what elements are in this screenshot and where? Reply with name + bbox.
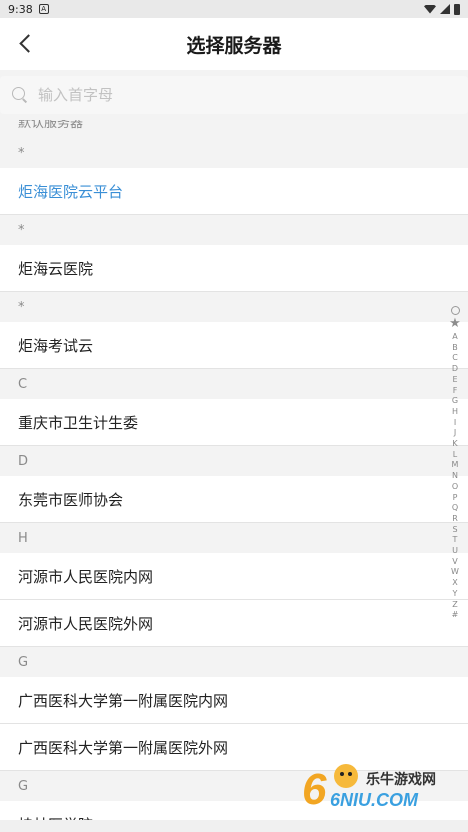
section-header: C — [0, 369, 468, 399]
section-header: H — [0, 523, 468, 553]
alphabet-index-bar[interactable]: ★ A B C D E F G H I J K L M N O P Q R S T U V W X Y Z # — [448, 306, 462, 621]
index-letter[interactable]: L — [453, 450, 457, 461]
section-header: G — [0, 647, 468, 677]
server-list-item[interactable]: 河源市人民医院外网 — [0, 600, 468, 647]
index-letter[interactable]: B — [452, 343, 458, 354]
index-letter[interactable]: U — [452, 546, 458, 557]
index-letter[interactable]: Z — [452, 600, 457, 611]
chevron-left-icon — [18, 33, 38, 53]
index-letter[interactable]: V — [452, 557, 457, 568]
index-letter[interactable]: C — [452, 353, 458, 364]
index-letter[interactable]: E — [452, 375, 457, 386]
server-list-item[interactable]: 炬海云医院 — [0, 245, 468, 292]
search-icon — [12, 87, 28, 103]
index-letter[interactable]: W — [451, 567, 459, 578]
index-letter[interactable]: Y — [453, 589, 458, 600]
index-letter[interactable]: H — [452, 407, 458, 418]
index-letter[interactable]: # — [452, 610, 459, 621]
server-list[interactable]: 默认服务器 * 炬海医院云平台 * 炬海云医院 * 炬海考试云 C 重庆市卫生计生委 D 东莞市医… — [0, 120, 468, 820]
index-letter[interactable]: D — [452, 364, 458, 375]
index-letter[interactable]: I — [454, 418, 456, 429]
bottom-strip — [0, 820, 468, 832]
section-header-default: 默认服务器 — [0, 120, 468, 138]
battery-icon — [454, 3, 460, 15]
section-header: * — [0, 215, 468, 245]
search-box[interactable] — [0, 76, 468, 114]
section-header: G — [0, 771, 468, 801]
page-title: 选择服务器 — [186, 34, 282, 57]
status-time: 9:38 — [8, 2, 33, 16]
section-header: * — [0, 292, 468, 322]
server-list-item[interactable]: 广西医科大学第一附属医院外网 — [0, 724, 468, 771]
index-letter[interactable]: F — [453, 386, 458, 397]
notification-a-icon: A — [38, 4, 49, 14]
search-input[interactable] — [36, 85, 416, 105]
index-star-icon[interactable]: ★ — [449, 317, 461, 330]
index-letter[interactable]: M — [452, 460, 459, 471]
back-button[interactable] — [10, 28, 40, 58]
index-letter[interactable]: X — [452, 578, 457, 589]
index-search-icon[interactable] — [450, 306, 460, 315]
index-letter[interactable]: R — [452, 514, 458, 525]
server-list-item[interactable]: 广西医科大学第一附属医院内网 — [0, 677, 468, 724]
server-list-item[interactable]: 炬海医院云平台 — [0, 168, 468, 215]
index-letter[interactable]: G — [452, 396, 458, 407]
wifi-icon — [424, 4, 436, 14]
status-right-icons — [424, 3, 460, 15]
app-header: 选择服务器 — [0, 18, 468, 70]
server-list-item[interactable]: 东莞市医师协会 — [0, 476, 468, 523]
search-bar — [0, 70, 468, 120]
index-letter[interactable]: N — [452, 471, 458, 482]
signal-icon — [440, 4, 450, 14]
section-header: * — [0, 138, 468, 168]
index-letter[interactable]: J — [454, 428, 456, 439]
section-header: D — [0, 446, 468, 476]
index-letter[interactable]: Q — [452, 503, 458, 514]
server-list-item[interactable]: 河源市人民医院内网 — [0, 553, 468, 600]
index-letter[interactable]: O — [452, 482, 458, 493]
index-letter[interactable]: K — [452, 439, 457, 450]
index-letter[interactable]: P — [453, 493, 458, 504]
index-letter[interactable]: S — [452, 525, 457, 536]
server-list-item[interactable]: 重庆市卫生计生委 — [0, 399, 468, 446]
index-letter[interactable]: T — [453, 535, 458, 546]
server-list-item[interactable]: 桂林医学院 — [0, 801, 468, 820]
status-bar: 9:38 A — [0, 0, 468, 18]
index-letter[interactable]: A — [452, 332, 457, 343]
server-list-item[interactable]: 炬海考试云 — [0, 322, 468, 369]
